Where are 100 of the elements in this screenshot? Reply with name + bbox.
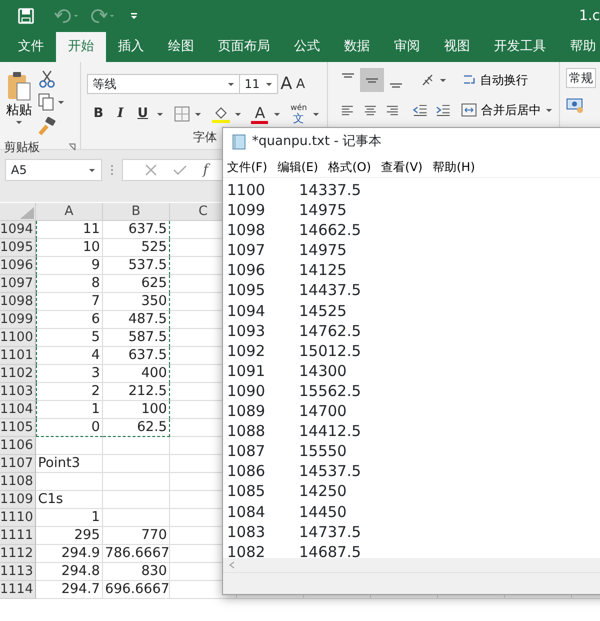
- table-cell: 100: [103, 401, 170, 419]
- row-header[interactable]: 1102: [0, 365, 36, 383]
- table-cell: 62.5: [103, 419, 170, 437]
- italic-button[interactable]: I: [109, 102, 132, 126]
- shrink-font-button[interactable]: A: [294, 72, 307, 96]
- row-header[interactable]: 1113: [0, 563, 36, 581]
- wrap-text-button[interactable]: 自动换行: [460, 68, 530, 92]
- text-line-value: 14337.5: [299, 180, 362, 200]
- row-header[interactable]: 1114: [0, 581, 36, 599]
- merge-cells-icon[interactable]: [461, 102, 478, 118]
- ribbon-tab[interactable]: 开始: [56, 32, 106, 62]
- row-header[interactable]: 1095: [0, 239, 36, 257]
- row-header[interactable]: 1099: [0, 311, 36, 329]
- row-header[interactable]: 1108: [0, 473, 36, 491]
- number-format-dropdown[interactable]: 常规: [566, 68, 596, 88]
- phonetic-guide-button[interactable]: wén 文: [288, 101, 309, 127]
- group-label: 剪贴板: [4, 139, 40, 156]
- table-cell: 8: [36, 275, 103, 293]
- currency-icon[interactable]: [566, 96, 584, 114]
- caret-icon[interactable]: [234, 112, 242, 116]
- menu-item[interactable]: 查看(V): [381, 158, 423, 176]
- font-name-dropdown[interactable]: 等线: [87, 74, 240, 94]
- table-cell: 4: [36, 347, 103, 365]
- menu-item[interactable]: 格式(O): [328, 158, 372, 176]
- caret-icon[interactable]: [156, 112, 164, 116]
- customize-toolbar-icon[interactable]: [130, 12, 138, 20]
- row-header[interactable]: 1094: [0, 221, 36, 239]
- row-header[interactable]: 1098: [0, 293, 36, 311]
- vertical-align-middle-button[interactable]: [360, 68, 384, 92]
- row-header[interactable]: 1097: [0, 275, 36, 293]
- insert-function-label[interactable]: f: [203, 160, 208, 180]
- text-line-number: 1082: [227, 542, 266, 558]
- ribbon-tab[interactable]: 公式: [282, 32, 332, 62]
- dialog-launcher-icon[interactable]: [68, 142, 76, 150]
- table-cell: 350: [103, 293, 170, 311]
- ribbon-tab[interactable]: 插入: [106, 32, 156, 62]
- menu-item[interactable]: 编辑(E): [277, 158, 318, 176]
- text-line-number: 1091: [227, 360, 266, 381]
- row-header[interactable]: 1109: [0, 491, 36, 509]
- ribbon-tab[interactable]: 帮助: [558, 32, 600, 62]
- ribbon-tab[interactable]: 页面布局: [206, 32, 282, 62]
- clipboard-icon[interactable]: [6, 70, 32, 101]
- row-header[interactable]: 1104: [0, 401, 36, 419]
- save-icon[interactable]: [18, 8, 34, 24]
- bold-button[interactable]: B: [87, 102, 110, 126]
- row-header[interactable]: 1112: [0, 545, 36, 563]
- ribbon-tab[interactable]: 数据: [332, 32, 382, 62]
- table-cell: [36, 473, 103, 491]
- ribbon-tab[interactable]: 文件: [6, 32, 56, 62]
- caret-icon[interactable]: [545, 108, 554, 112]
- row-header[interactable]: 1111: [0, 527, 36, 545]
- caret-icon[interactable]: [88, 168, 96, 172]
- menu-item[interactable]: 文件(F): [227, 158, 268, 176]
- text-line-value: 14762.5: [299, 320, 362, 341]
- ribbon-tab[interactable]: 视图: [432, 32, 482, 62]
- caret-icon[interactable]: [312, 112, 320, 116]
- name-box[interactable]: A5: [5, 159, 102, 181]
- row-header[interactable]: 1107: [0, 455, 36, 473]
- menu-item[interactable]: 帮助(H): [432, 158, 475, 176]
- caret-icon[interactable]: [194, 112, 202, 116]
- row-header[interactable]: 1101: [0, 347, 36, 365]
- ribbon-tab[interactable]: 绘图: [156, 32, 206, 62]
- caret-icon[interactable]: [273, 112, 282, 116]
- column-header[interactable]: A: [64, 204, 74, 219]
- ribbon-tab[interactable]: 开发工具: [482, 32, 558, 62]
- table-cell: 2: [36, 383, 103, 401]
- row-header[interactable]: 1100: [0, 329, 36, 347]
- format-painter-icon[interactable]: [38, 117, 56, 135]
- borders-icon[interactable]: [173, 105, 192, 123]
- table-cell: 786.6667: [103, 545, 170, 563]
- font-color-button[interactable]: A: [249, 104, 270, 124]
- row-header[interactable]: 1110: [0, 509, 36, 527]
- table-cell: 3: [36, 365, 103, 383]
- row-header[interactable]: 1106: [0, 437, 36, 455]
- paste-button[interactable]: 粘贴: [4, 68, 34, 128]
- table-cell: 212.5: [103, 383, 170, 401]
- row-header[interactable]: 1105: [0, 419, 36, 437]
- font-size-dropdown[interactable]: 11: [240, 74, 278, 94]
- table-cell: 770: [103, 527, 170, 545]
- ribbon-tab[interactable]: 审阅: [382, 32, 432, 62]
- window-title: *quanpu.txt - 记事本: [252, 133, 382, 152]
- increase-indent-icon[interactable]: [434, 102, 452, 118]
- underline-button[interactable]: U: [131, 102, 154, 126]
- merge-center-button[interactable]: 合并后居中: [459, 98, 556, 122]
- caret-icon[interactable]: [265, 82, 274, 86]
- table-cell: 5: [36, 329, 103, 347]
- horizontal-scrollbar[interactable]: [223, 558, 600, 572]
- column-header[interactable]: C: [198, 204, 208, 219]
- row-header[interactable]: 1096: [0, 257, 36, 275]
- table-cell: 696.6667: [103, 581, 170, 599]
- copy-icon[interactable]: [38, 93, 66, 111]
- decrease-indent-icon[interactable]: [412, 102, 429, 118]
- text-line-value: 14975: [299, 240, 347, 260]
- text-line-value: 14687.5: [299, 542, 362, 558]
- row-header[interactable]: 1103: [0, 383, 36, 401]
- grow-font-button[interactable]: A: [278, 72, 294, 96]
- caret-icon[interactable]: [227, 82, 236, 86]
- cut-icon[interactable]: [38, 70, 56, 88]
- caret-icon[interactable]: [15, 120, 23, 126]
- column-header[interactable]: B: [132, 204, 140, 219]
